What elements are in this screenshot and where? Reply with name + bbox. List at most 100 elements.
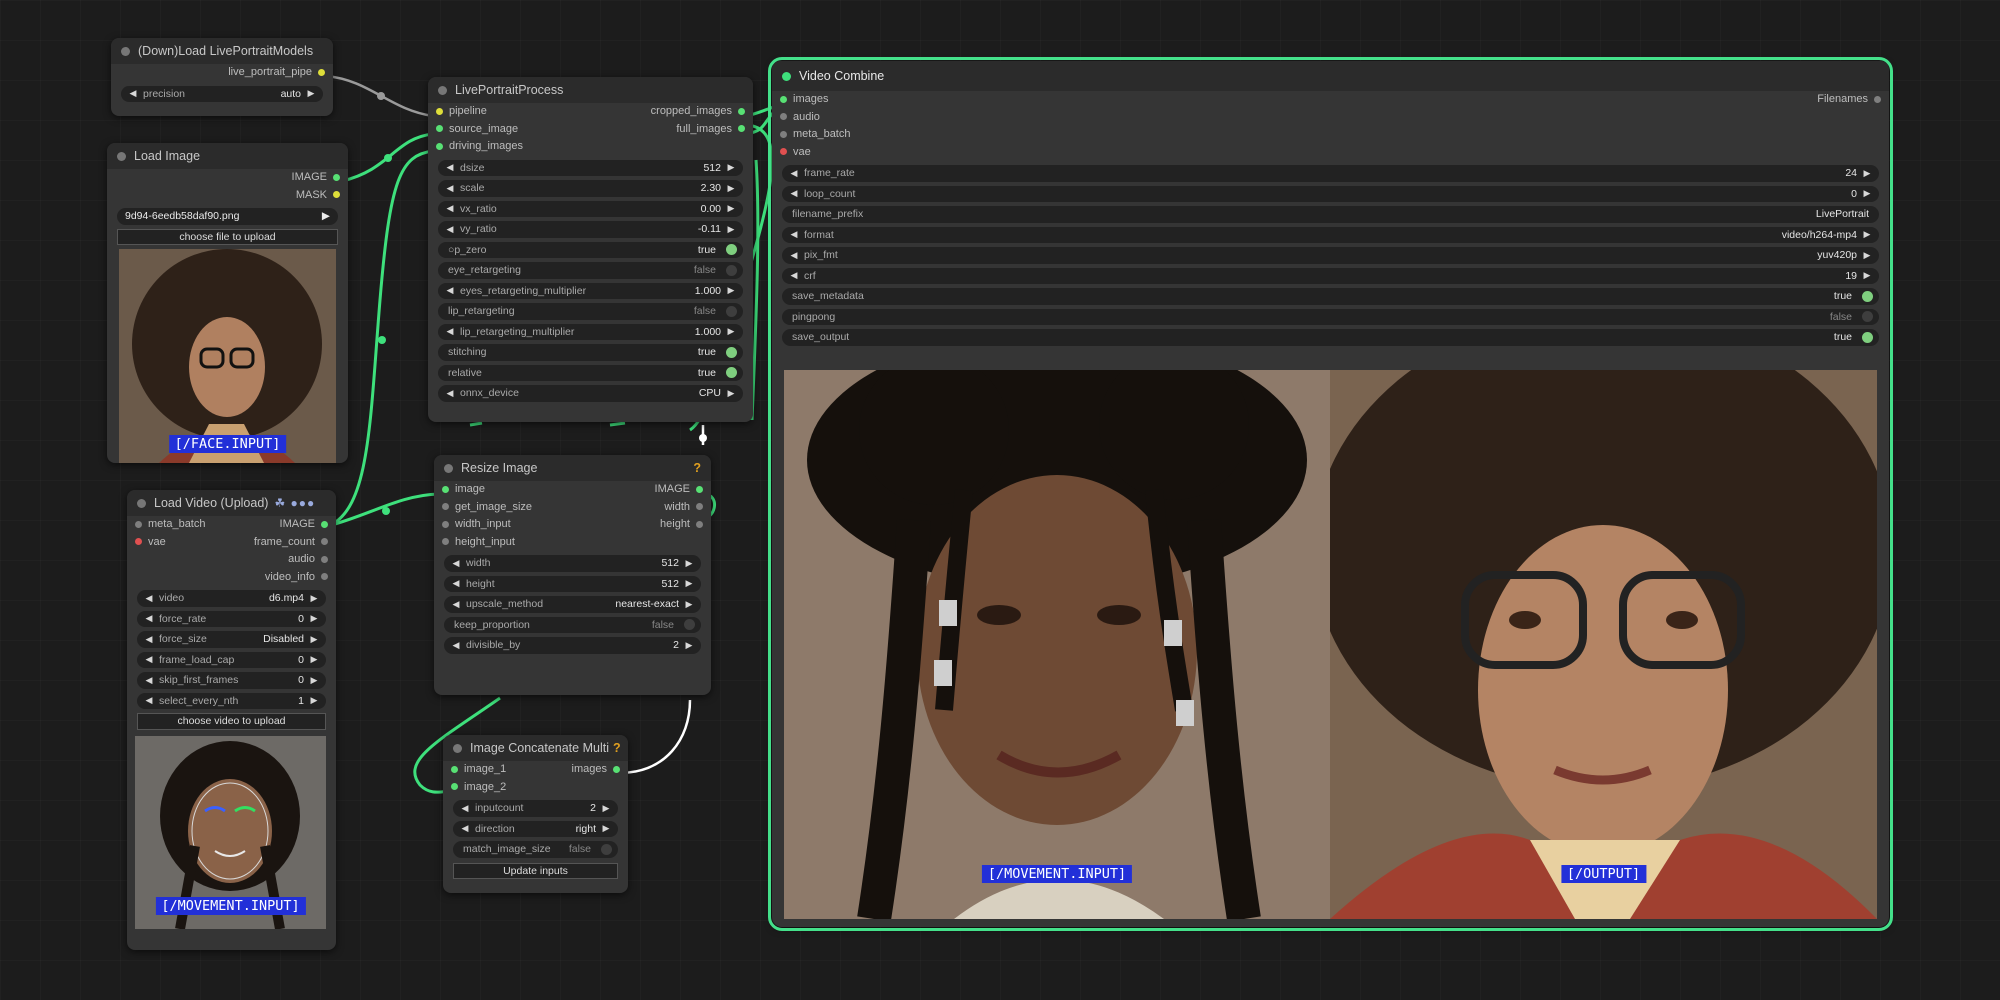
node-title-bar[interactable]: Load Video (Upload) ☘ ●●● — [127, 490, 336, 516]
node-resize-image[interactable]: Resize Image? image IMAGE get_image_size… — [434, 455, 711, 695]
output-socket-filenames[interactable] — [1874, 95, 1881, 103]
arrow-right-icon[interactable]: ▶ — [308, 634, 320, 645]
node-load-video[interactable]: Load Video (Upload) ☘ ●●● meta_batch IMAG… — [127, 490, 336, 950]
toggle-knob-icon[interactable] — [726, 264, 737, 276]
arrow-right-icon[interactable]: ▶ — [725, 224, 737, 235]
widget-upscale-method[interactable]: ◀ upscale_method nearest-exact ▶ — [444, 596, 701, 613]
arrow-right-icon[interactable]: ▶ — [308, 593, 320, 604]
widget-height[interactable]: ◀ height 512 ▶ — [444, 575, 701, 592]
arrow-left-icon[interactable]: ◀ — [459, 823, 471, 834]
widget-pingpong[interactable]: pingpong false — [782, 308, 1879, 325]
arrow-right-icon[interactable]: ▶ — [683, 558, 695, 569]
arrow-right-icon[interactable]: ▶ — [725, 388, 737, 399]
input-socket-vae[interactable] — [780, 148, 787, 155]
input-socket-audio[interactable] — [780, 113, 787, 120]
update-inputs-button[interactable]: Update inputs — [453, 862, 618, 879]
widget-lip-retargeting-multiplier[interactable]: ◀ lip_retargeting_multiplier 1.000 ▶ — [438, 323, 743, 340]
output-socket-cropped[interactable] — [738, 107, 745, 115]
arrow-right-icon[interactable]: ▶ — [725, 162, 737, 173]
arrow-right-icon[interactable]: ▶ — [725, 326, 737, 337]
output-socket-width[interactable] — [696, 503, 703, 510]
arrow-left-icon[interactable]: ◀ — [444, 183, 456, 194]
arrow-left-icon[interactable]: ◀ — [143, 613, 155, 624]
node-video-combine[interactable]: Video Combine images Filenames audio met… — [768, 57, 1893, 931]
arrow-left-icon[interactable]: ◀ — [143, 634, 155, 645]
input-socket-image-1[interactable] — [451, 765, 458, 773]
toggle-knob-icon[interactable] — [1862, 331, 1873, 343]
widget-lip-retargeting[interactable]: lip_retargeting false — [438, 303, 743, 320]
widget-relative[interactable]: relative true — [438, 364, 743, 381]
node-load-image[interactable]: Load Image IMAGE MASK 9d94-6eedb58daf90.… — [107, 143, 348, 463]
arrow-left-icon[interactable]: ◀ — [788, 188, 800, 199]
input-socket-pipeline[interactable] — [436, 107, 443, 115]
widget-save-metadata[interactable]: save_metadata true — [782, 288, 1879, 305]
toggle-knob-icon[interactable] — [684, 619, 695, 631]
node-title-bar[interactable]: LivePortraitProcess — [428, 77, 753, 103]
node-load-liveportrait-models[interactable]: (Down)Load LivePortraitModels live_portr… — [111, 38, 333, 116]
arrow-right-icon[interactable]: ▶ — [308, 654, 320, 665]
widget-frame-rate[interactable]: ◀ frame_rate 24 ▶ — [782, 165, 1879, 182]
widget-vx-ratio[interactable]: ◀ vx_ratio 0.00 ▶ — [438, 200, 743, 217]
widget-pix-fmt[interactable]: ◀ pix_fmt yuv420p ▶ — [782, 247, 1879, 264]
widget-p-zero[interactable]: ○p_zero true — [438, 241, 743, 258]
toggle-knob-icon[interactable] — [601, 843, 612, 855]
arrow-right-icon[interactable]: ▶ — [683, 578, 695, 589]
help-badge-icon[interactable]: ? — [693, 461, 701, 475]
input-socket-driving[interactable] — [436, 142, 443, 150]
widget-direction[interactable]: ◀ direction right ▶ — [453, 820, 618, 837]
toggle-knob-icon[interactable] — [726, 367, 737, 379]
help-badge-icon[interactable]: ? — [613, 741, 621, 755]
arrow-left-icon[interactable]: ◀ — [143, 675, 155, 686]
skip-first-frames-number[interactable]: ◀ skip_first_frames 0 ▶ — [137, 672, 326, 689]
arrow-left-icon[interactable]: ◀ — [444, 203, 456, 214]
input-socket-meta-batch[interactable] — [780, 130, 787, 138]
input-socket-image-2[interactable] — [451, 783, 458, 790]
widget-match-image-size[interactable]: match_image_size false — [453, 841, 618, 858]
output-socket-image[interactable] — [333, 173, 340, 181]
video-combo[interactable]: ◀ video d6.mp4 ▶ — [137, 590, 326, 607]
arrow-left-icon[interactable]: ◀ — [450, 578, 462, 589]
arrow-left-icon[interactable]: ◀ — [788, 270, 800, 281]
input-socket-image[interactable] — [442, 485, 449, 493]
input-socket-images[interactable] — [780, 95, 787, 103]
arrow-right-icon[interactable]: ▶ — [1861, 250, 1873, 261]
widget-eyes-retargeting-multiplier[interactable]: ◀ eyes_retargeting_multiplier 1.000 ▶ — [438, 282, 743, 299]
input-socket-meta-batch[interactable] — [135, 520, 142, 528]
arrow-left-icon[interactable]: ◀ — [450, 558, 462, 569]
output-socket-mask[interactable] — [333, 191, 340, 198]
node-title-bar[interactable]: Load Image — [107, 143, 348, 169]
arrow-right-icon[interactable]: ▶ — [305, 88, 317, 99]
widget-crf[interactable]: ◀ crf 19 ▶ — [782, 267, 1879, 284]
arrow-left-icon[interactable]: ◀ — [444, 224, 456, 235]
arrow-right-icon[interactable]: ▶ — [725, 203, 737, 214]
output-socket-pipe[interactable] — [318, 68, 325, 76]
node-title-bar[interactable]: Resize Image? — [434, 455, 711, 481]
node-title-bar[interactable]: Image Concatenate Multi? — [443, 735, 628, 761]
arrow-right-icon[interactable]: ▶ — [683, 640, 695, 651]
widget-onnx-device[interactable]: ◀ onnx_device CPU ▶ — [438, 385, 743, 402]
arrow-right-icon[interactable]: ▶ — [1861, 270, 1873, 281]
arrow-left-icon[interactable]: ◀ — [444, 162, 456, 173]
widget-stitching[interactable]: stitching true — [438, 344, 743, 361]
choose-file-button[interactable]: choose file to upload — [117, 228, 338, 245]
select-every-nth-number[interactable]: ◀ select_every_nth 1 ▶ — [137, 692, 326, 709]
image-file-combo[interactable]: 9d94-6eedb58daf90.png ▶ — [117, 208, 338, 225]
toggle-knob-icon[interactable] — [726, 346, 737, 358]
force-size-combo[interactable]: ◀ force_size Disabled ▶ — [137, 631, 326, 648]
widget-vy-ratio[interactable]: ◀ vy_ratio -0.11 ▶ — [438, 221, 743, 238]
toggle-knob-icon[interactable] — [726, 305, 737, 317]
arrow-left-icon[interactable]: ◀ — [459, 803, 471, 814]
arrow-right-icon[interactable]: ▶ — [308, 613, 320, 624]
arrow-left-icon[interactable]: ◀ — [444, 388, 456, 399]
widget-inputcount[interactable]: ◀ inputcount 2 ▶ — [453, 800, 618, 817]
arrow-left-icon[interactable]: ◀ — [788, 168, 800, 179]
toggle-knob-icon[interactable] — [1862, 290, 1873, 302]
choose-video-button[interactable]: choose video to upload — [137, 713, 326, 730]
arrow-left-icon[interactable]: ◀ — [450, 640, 462, 651]
force-rate-number[interactable]: ◀ force_rate 0 ▶ — [137, 610, 326, 627]
arrow-right-icon[interactable]: ▶ — [725, 183, 737, 194]
output-socket-audio[interactable] — [321, 555, 328, 563]
input-socket-height-input[interactable] — [442, 538, 449, 545]
output-socket-video-info[interactable] — [321, 573, 328, 580]
arrow-right-icon[interactable]: ▶ — [600, 803, 612, 814]
